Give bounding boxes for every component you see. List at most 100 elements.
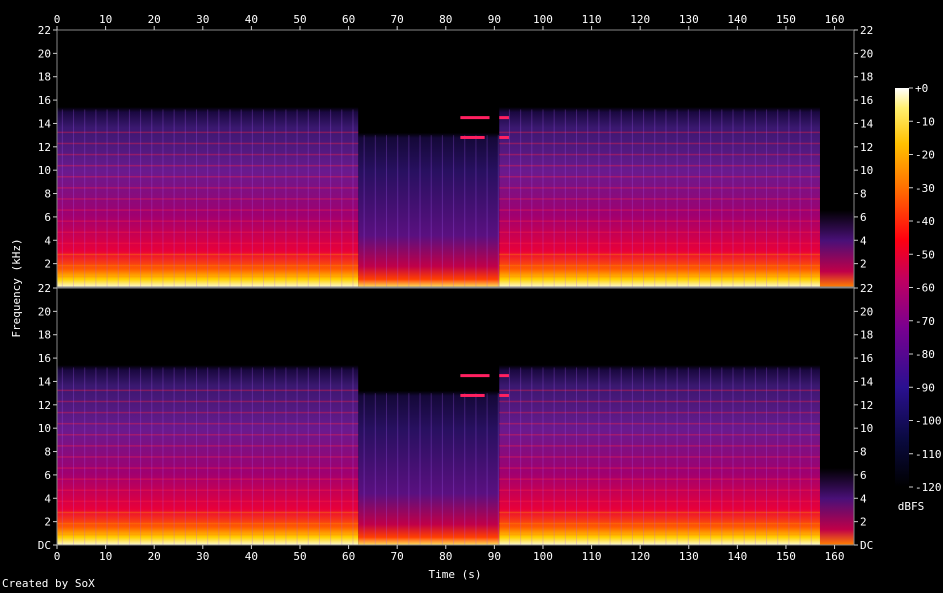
x-tick-label: 0 <box>54 13 61 26</box>
colorbar-tick-label: -100 <box>915 415 942 428</box>
x-tick-label: 160 <box>825 550 845 563</box>
y-tick-label: 22 <box>38 24 51 37</box>
y-tick-label: 12 <box>38 141 51 154</box>
colorbar-tick-label: +0 <box>915 82 928 95</box>
spectrum-segment <box>358 30 500 287</box>
x-tick-label: 130 <box>679 550 699 563</box>
x-tick-label: 0 <box>54 550 61 563</box>
colorbar-tick-label: -110 <box>915 448 942 461</box>
y-tick-label: 14 <box>38 117 52 130</box>
colorbar-tick-label: -10 <box>915 115 935 128</box>
x-tick-label: 100 <box>533 13 553 26</box>
spectrum-segment <box>499 288 820 545</box>
x-tick-label: 10 <box>99 550 112 563</box>
x-axis-label: Time (s) <box>429 568 482 581</box>
x-tick-label: 50 <box>293 550 306 563</box>
y-tick-label: 10 <box>38 422 51 435</box>
x-tick-label: 40 <box>245 550 258 563</box>
x-tick-label: 90 <box>488 550 501 563</box>
x-tick-label: 20 <box>148 13 161 26</box>
y-tick-label: 8 <box>860 446 867 459</box>
x-tick-label: 90 <box>488 13 501 26</box>
x-tick-label: 60 <box>342 13 355 26</box>
colorbar-label: dBFS <box>898 500 925 513</box>
y-tick-label: 2 <box>44 258 51 271</box>
y-tick-label: 8 <box>44 188 51 201</box>
colorbar-tick-label: -20 <box>915 149 935 162</box>
spectrum-segment <box>358 288 500 545</box>
y-tick-label: 10 <box>38 164 51 177</box>
y-tick-label: 22 <box>860 24 873 37</box>
y-tick-label: 14 <box>38 375 52 388</box>
y-tick-label: 14 <box>860 117 874 130</box>
y-tick-label: 16 <box>860 352 873 365</box>
colorbar-scale <box>895 88 909 487</box>
y-tick-label: 16 <box>38 352 51 365</box>
x-tick-label: 80 <box>439 13 452 26</box>
x-tick-label: 130 <box>679 13 699 26</box>
y-tick-label: 18 <box>38 329 51 342</box>
y-axis-label: Frequency (kHz) <box>10 238 23 337</box>
y-tick-label: 22 <box>860 282 873 295</box>
y-tick-label: 4 <box>44 492 51 505</box>
x-tick-label: 150 <box>776 13 796 26</box>
y-tick-label: 4 <box>860 234 867 247</box>
y-tick-label: 12 <box>38 399 51 412</box>
colorbar-tick-label: -40 <box>915 215 935 228</box>
x-tick-label: 10 <box>99 13 112 26</box>
caption: Created by SoX <box>2 577 95 590</box>
y-tick-label: 10 <box>860 164 873 177</box>
y-tick-label: 6 <box>860 469 867 482</box>
y-tick-label: 18 <box>860 329 873 342</box>
spectrum-segment <box>819 288 854 545</box>
y-tick-label: 8 <box>860 188 867 201</box>
x-tick-label: 140 <box>727 550 747 563</box>
y-tick-label: 12 <box>860 141 873 154</box>
x-tick-label: 70 <box>391 13 404 26</box>
x-tick-label: 140 <box>727 13 747 26</box>
y-tick-label: 6 <box>44 211 51 224</box>
y-tick-label: 2 <box>860 258 867 271</box>
colorbar-tick-label: -70 <box>915 315 935 328</box>
x-tick-label: 120 <box>630 13 650 26</box>
x-tick-label: 20 <box>148 550 161 563</box>
x-tick-label: 40 <box>245 13 258 26</box>
colorbar-tick-label: -50 <box>915 248 935 261</box>
y-tick-label: 16 <box>38 94 51 107</box>
y-tick-label: 4 <box>44 234 51 247</box>
spectrum-segment <box>499 30 820 287</box>
spectrum-segment <box>819 30 854 287</box>
y-tick-label: 18 <box>38 71 51 84</box>
y-tick-label: 20 <box>38 305 51 318</box>
channel-2-panel <box>57 288 854 545</box>
y-tick-label: 12 <box>860 399 873 412</box>
x-tick-label: 110 <box>582 550 602 563</box>
y-tick-label: 6 <box>44 469 51 482</box>
x-tick-label: 30 <box>196 550 209 563</box>
y-tick-label: 4 <box>860 492 867 505</box>
colorbar-tick-label: -90 <box>915 381 935 394</box>
x-tick-label: 160 <box>825 13 845 26</box>
y-tick-label: 20 <box>860 47 873 60</box>
y-tick-label: 14 <box>860 375 874 388</box>
y-tick-label: DC <box>38 539 51 552</box>
x-tick-label: 150 <box>776 550 796 563</box>
y-tick-label: 8 <box>44 446 51 459</box>
y-tick-label: 10 <box>860 422 873 435</box>
y-tick-label: 16 <box>860 94 873 107</box>
x-tick-label: 80 <box>439 550 452 563</box>
y-tick-label: 20 <box>860 305 873 318</box>
colorbar-tick-label: -30 <box>915 182 935 195</box>
colorbar-tick-label: -120 <box>915 481 942 494</box>
y-tick-label: 2 <box>44 516 51 529</box>
y-tick-label: 6 <box>860 211 867 224</box>
x-tick-label: 120 <box>630 550 650 563</box>
y-tick-label: 20 <box>38 47 51 60</box>
x-tick-label: 50 <box>293 13 306 26</box>
x-tick-label: 100 <box>533 550 553 563</box>
y-tick-label: 18 <box>860 71 873 84</box>
channel-1-panel <box>57 30 854 287</box>
y-tick-label: 2 <box>860 516 867 529</box>
x-tick-label: 30 <box>196 13 209 26</box>
x-tick-label: 70 <box>391 550 404 563</box>
